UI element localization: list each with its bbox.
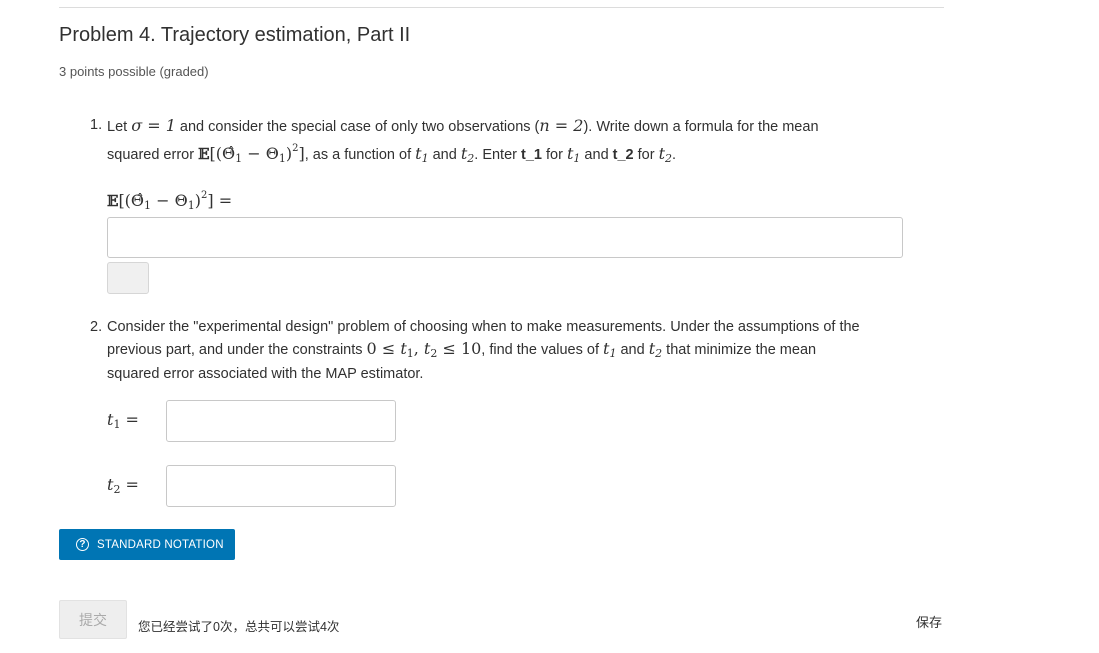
question-1-text: Let σ = 1 and consider the special case … (107, 116, 819, 165)
save-button[interactable]: 保存 (916, 612, 942, 631)
question-2-number: 2. (90, 319, 103, 335)
question-1: 1. Let σ = 1 and consider the special ca… (90, 115, 950, 169)
question-2: 2. Consider the "experimental design" pr… (90, 317, 950, 385)
t1-label: t1 = (107, 410, 139, 431)
question-1-number: 1. (90, 117, 103, 133)
mse-answer-input[interactable] (107, 217, 903, 258)
standard-notation-button[interactable]: ? STANDARD NOTATION (59, 529, 235, 560)
mse-equation-label: 𝔼[(Θ̂1 − Θ1)2] = (107, 190, 233, 212)
standard-notation-label: STANDARD NOTATION (97, 538, 224, 551)
help-icon: ? (76, 538, 89, 551)
t1-input[interactable] (166, 400, 396, 442)
top-divider (59, 7, 944, 8)
t2-input[interactable] (166, 465, 396, 507)
preview-button[interactable] (107, 262, 149, 294)
t2-label: t2 = (107, 475, 139, 496)
problem-title: Problem 4. Trajectory estimation, Part I… (59, 24, 411, 46)
attempts-status: 您已经尝试了0次，总共可以尝试4次 (138, 620, 340, 634)
submit-button[interactable]: 提交 (59, 600, 127, 639)
question-2-text: Consider the "experimental design" probl… (107, 319, 860, 382)
points-info: 3 points possible (graded) (59, 64, 209, 79)
